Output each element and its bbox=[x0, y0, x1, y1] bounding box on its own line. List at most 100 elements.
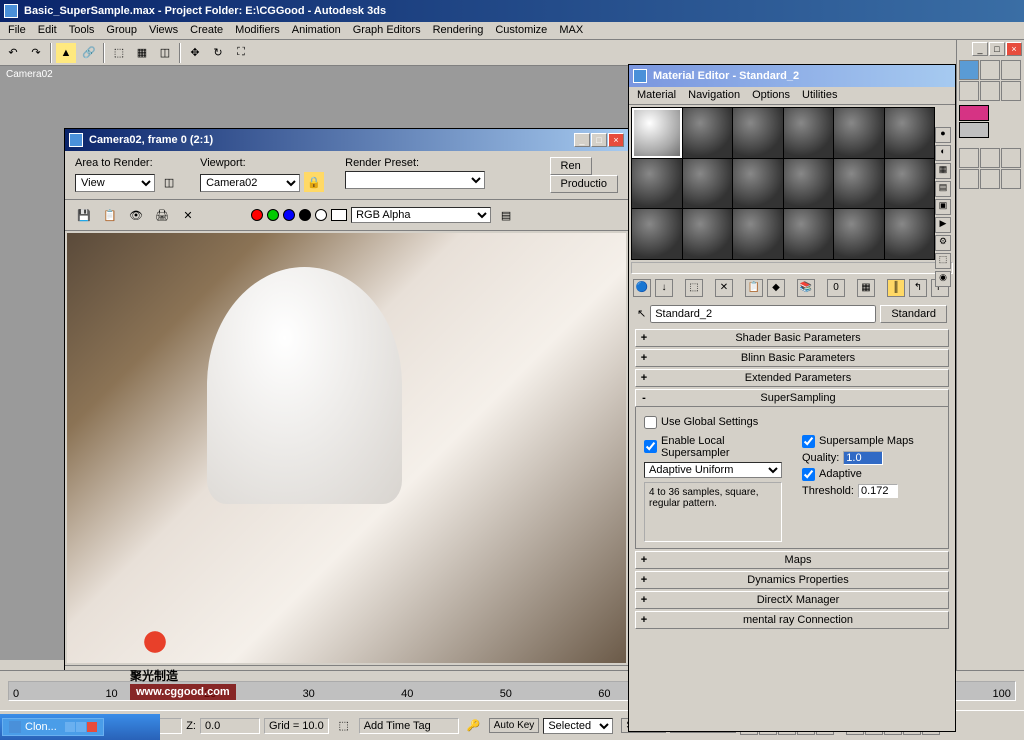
key-icon[interactable]: 🔑 bbox=[463, 715, 485, 737]
scale-icon[interactable]: ⛶ bbox=[230, 42, 252, 64]
menu-create[interactable]: Create bbox=[184, 22, 229, 39]
tool-icon-3[interactable] bbox=[1001, 148, 1021, 168]
menu-modifiers[interactable]: Modifiers bbox=[229, 22, 286, 39]
select-name-icon[interactable]: ▦ bbox=[131, 42, 153, 64]
mat-map-nav-icon[interactable]: ◉ bbox=[935, 271, 951, 287]
link-icon[interactable]: 🔗 bbox=[78, 42, 100, 64]
material-slot-9[interactable] bbox=[733, 159, 783, 209]
material-slot-5[interactable] bbox=[834, 108, 884, 158]
hierarchy-tab-icon[interactable] bbox=[959, 81, 979, 101]
menu-options[interactable]: Options bbox=[746, 87, 796, 104]
production-button[interactable]: Productio bbox=[550, 175, 618, 193]
tool-icon-2[interactable] bbox=[980, 148, 1000, 168]
copy-image-icon[interactable]: 📋 bbox=[99, 204, 121, 226]
material-slot-13[interactable] bbox=[632, 209, 682, 259]
reset-icon[interactable]: ✕ bbox=[715, 279, 733, 297]
red-channel-icon[interactable] bbox=[251, 209, 263, 221]
show-end-result-icon[interactable]: ║ bbox=[887, 279, 905, 297]
motion-tab-icon[interactable] bbox=[980, 81, 1000, 101]
select-region-icon[interactable]: ◫ bbox=[154, 42, 176, 64]
go-parent-icon[interactable]: ↰ bbox=[909, 279, 927, 297]
save-image-icon[interactable]: 💾 bbox=[73, 204, 95, 226]
clear-icon[interactable]: ✕ bbox=[177, 204, 199, 226]
material-slot-2[interactable] bbox=[683, 108, 733, 158]
make-unique-icon[interactable]: ◆ bbox=[767, 279, 785, 297]
rotate-icon[interactable]: ↻ bbox=[207, 42, 229, 64]
channel-select[interactable]: RGB Alpha bbox=[351, 207, 491, 223]
tool-icon-1[interactable] bbox=[959, 148, 979, 168]
material-slot-4[interactable] bbox=[784, 108, 834, 158]
clone-icon[interactable]: 👁 bbox=[125, 204, 147, 226]
render-button[interactable]: Ren bbox=[550, 157, 592, 175]
material-name-input[interactable] bbox=[650, 305, 876, 323]
backlight-icon[interactable]: ◐ bbox=[935, 145, 951, 161]
sample-type-icon[interactable]: ● bbox=[935, 127, 951, 143]
maximize-icon[interactable]: □ bbox=[591, 133, 607, 147]
options-icon[interactable]: ⚙ bbox=[935, 235, 951, 251]
rollout-mentalray[interactable]: +mental ray Connection bbox=[635, 611, 949, 629]
menu-utilities[interactable]: Utilities bbox=[796, 87, 843, 104]
lock-icon[interactable]: 🔒 bbox=[303, 171, 325, 193]
menu-navigation[interactable]: Navigation bbox=[682, 87, 746, 104]
material-slot-11[interactable] bbox=[834, 159, 884, 209]
color-swatch-gray[interactable] bbox=[959, 122, 989, 138]
menu-group[interactable]: Group bbox=[100, 22, 143, 39]
minimize-icon[interactable]: _ bbox=[574, 133, 590, 147]
color-swatch[interactable] bbox=[331, 209, 347, 221]
menu-file[interactable]: File bbox=[2, 22, 32, 39]
quality-input[interactable]: 1.0 bbox=[843, 451, 883, 465]
sample-uv-icon[interactable]: ▤ bbox=[935, 181, 951, 197]
menu-material[interactable]: Material bbox=[631, 87, 682, 104]
auto-key-button[interactable]: Auto Key bbox=[489, 718, 540, 733]
material-slot-6[interactable] bbox=[885, 108, 935, 158]
print-icon[interactable]: 🖨 bbox=[151, 204, 173, 226]
menu-graph-editors[interactable]: Graph Editors bbox=[347, 22, 427, 39]
z-coord[interactable]: 0.0 bbox=[200, 718, 260, 734]
material-slot-3[interactable] bbox=[733, 108, 783, 158]
mat-id-icon[interactable]: 0 bbox=[827, 279, 845, 297]
tool-icon-5[interactable] bbox=[980, 169, 1000, 189]
material-slot-14[interactable] bbox=[683, 209, 733, 259]
green-channel-icon[interactable] bbox=[267, 209, 279, 221]
pick-material-icon[interactable]: ↖ bbox=[637, 307, 646, 320]
mono-channel-icon[interactable] bbox=[315, 209, 327, 221]
tool-icon-4[interactable] bbox=[959, 169, 979, 189]
render-titlebar[interactable]: Camera02, frame 0 (2:1) _ □ × bbox=[65, 129, 628, 151]
supersample-maps-checkbox[interactable] bbox=[802, 435, 815, 448]
close-icon[interactable]: × bbox=[608, 133, 624, 147]
material-slot-18[interactable] bbox=[885, 209, 935, 259]
add-time-tag[interactable]: Add Time Tag bbox=[359, 718, 459, 734]
undo-icon[interactable]: ↶ bbox=[2, 42, 24, 64]
preset-select[interactable] bbox=[345, 171, 485, 189]
material-slot-15[interactable] bbox=[733, 209, 783, 259]
put-to-library-icon[interactable]: 📚 bbox=[797, 279, 815, 297]
sampler-select[interactable]: Adaptive Uniform bbox=[644, 462, 782, 478]
create-tab-icon[interactable] bbox=[980, 60, 1000, 80]
taskbar-item[interactable]: Clon... bbox=[2, 718, 104, 736]
panel-close-icon[interactable]: × bbox=[1006, 42, 1022, 56]
teapot-icon[interactable] bbox=[959, 60, 979, 80]
menu-rendering[interactable]: Rendering bbox=[427, 22, 490, 39]
rollout-directx[interactable]: +DirectX Manager bbox=[635, 591, 949, 609]
menu-edit[interactable]: Edit bbox=[32, 22, 63, 39]
tool-icon-6[interactable] bbox=[1001, 169, 1021, 189]
select-object-icon[interactable]: ⬚ bbox=[108, 42, 130, 64]
alpha-channel-icon[interactable] bbox=[299, 209, 311, 221]
blue-channel-icon[interactable] bbox=[283, 209, 295, 221]
use-global-checkbox[interactable] bbox=[644, 416, 657, 429]
background-icon[interactable]: ▦ bbox=[935, 163, 951, 179]
material-slot-10[interactable] bbox=[784, 159, 834, 209]
select-by-mat-icon[interactable]: ⬚ bbox=[935, 253, 951, 269]
modify-tab-icon[interactable] bbox=[1001, 60, 1021, 80]
rollout-supersampling[interactable]: -SuperSampling bbox=[635, 389, 949, 407]
material-slot-17[interactable] bbox=[834, 209, 884, 259]
menu-animation[interactable]: Animation bbox=[286, 22, 347, 39]
color-swatch-pink[interactable] bbox=[959, 105, 989, 121]
menu-views[interactable]: Views bbox=[143, 22, 184, 39]
viewport-select[interactable]: Camera02 bbox=[200, 174, 300, 192]
assign-to-selection-icon[interactable]: ⬚ bbox=[685, 279, 703, 297]
material-slot-16[interactable] bbox=[784, 209, 834, 259]
isolate-icon[interactable]: ⬚ bbox=[333, 715, 355, 737]
rollout-maps[interactable]: +Maps bbox=[635, 551, 949, 569]
task-close-icon[interactable] bbox=[87, 722, 97, 732]
